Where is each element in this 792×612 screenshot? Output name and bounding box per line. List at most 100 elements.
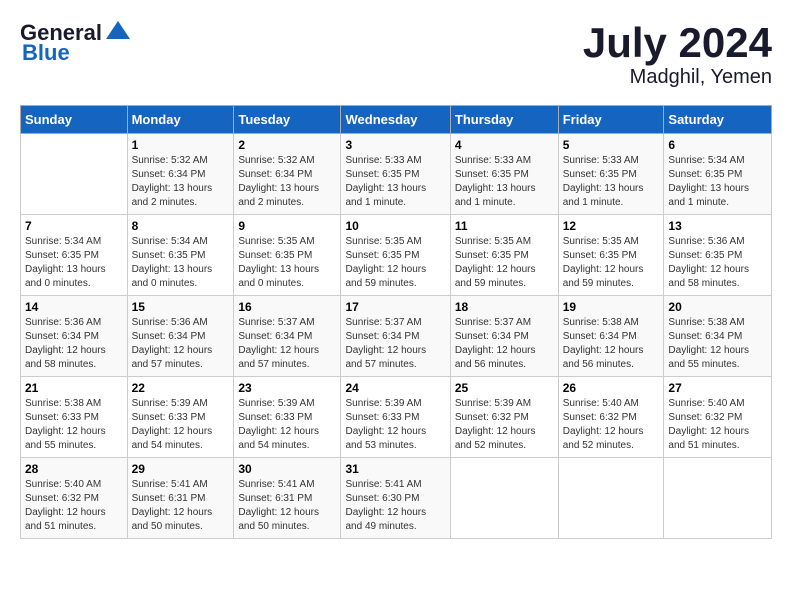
day-info: Sunrise: 5:40 AMSunset: 6:32 PMDaylight:… — [563, 397, 660, 453]
calendar-body: 1 Sunrise: 5:32 AMSunset: 6:34 PMDaylight… — [21, 134, 772, 539]
week-row-3: 14 Sunrise: 5:36 AMSunset: 6:34 PMDayligh… — [21, 296, 772, 377]
day-info: Sunrise: 5:34 AMSunset: 6:35 PMDaylight:… — [25, 235, 123, 291]
day-info: Sunrise: 5:38 AMSunset: 6:34 PMDaylight:… — [563, 316, 660, 372]
day-number: 14 — [25, 300, 123, 314]
calendar-cell: 30 Sunrise: 5:41 AMSunset: 6:31 PMDayligh… — [234, 458, 341, 539]
day-info: Sunrise: 5:33 AMSunset: 6:35 PMDaylight:… — [455, 154, 554, 210]
day-info: Sunrise: 5:35 AMSunset: 6:35 PMDaylight:… — [455, 235, 554, 291]
day-number: 24 — [345, 381, 445, 395]
calendar-cell: 27 Sunrise: 5:40 AMSunset: 6:32 PMDayligh… — [664, 377, 772, 458]
page-header: General Blue July 2024 Madghil, Yemen — [20, 20, 772, 89]
day-number: 2 — [238, 138, 336, 152]
header-sunday: Sunday — [21, 106, 128, 134]
day-number: 4 — [455, 138, 554, 152]
day-info: Sunrise: 5:35 AMSunset: 6:35 PMDaylight:… — [563, 235, 660, 291]
day-info: Sunrise: 5:39 AMSunset: 6:33 PMDaylight:… — [345, 397, 445, 453]
day-number: 5 — [563, 138, 660, 152]
header-tuesday: Tuesday — [234, 106, 341, 134]
week-row-5: 28 Sunrise: 5:40 AMSunset: 6:32 PMDayligh… — [21, 458, 772, 539]
day-number: 16 — [238, 300, 336, 314]
day-info: Sunrise: 5:33 AMSunset: 6:35 PMDaylight:… — [345, 154, 445, 210]
day-info: Sunrise: 5:37 AMSunset: 6:34 PMDaylight:… — [455, 316, 554, 372]
day-info: Sunrise: 5:40 AMSunset: 6:32 PMDaylight:… — [668, 397, 767, 453]
calendar-cell: 18 Sunrise: 5:37 AMSunset: 6:34 PMDayligh… — [450, 296, 558, 377]
calendar-table: SundayMondayTuesdayWednesdayThursdayFrid… — [20, 105, 772, 539]
calendar-cell: 2 Sunrise: 5:32 AMSunset: 6:34 PMDaylight… — [234, 134, 341, 215]
day-number: 25 — [455, 381, 554, 395]
calendar-cell: 14 Sunrise: 5:36 AMSunset: 6:34 PMDayligh… — [21, 296, 128, 377]
calendar-cell: 5 Sunrise: 5:33 AMSunset: 6:35 PMDaylight… — [558, 134, 664, 215]
calendar-cell: 3 Sunrise: 5:33 AMSunset: 6:35 PMDaylight… — [341, 134, 450, 215]
logo-blue: Blue — [22, 40, 70, 66]
week-row-4: 21 Sunrise: 5:38 AMSunset: 6:33 PMDayligh… — [21, 377, 772, 458]
day-number: 18 — [455, 300, 554, 314]
day-number: 28 — [25, 462, 123, 476]
day-number: 19 — [563, 300, 660, 314]
calendar-cell: 11 Sunrise: 5:35 AMSunset: 6:35 PMDayligh… — [450, 215, 558, 296]
day-info: Sunrise: 5:41 AMSunset: 6:31 PMDaylight:… — [132, 478, 230, 534]
day-number: 17 — [345, 300, 445, 314]
calendar-cell: 21 Sunrise: 5:38 AMSunset: 6:33 PMDayligh… — [21, 377, 128, 458]
day-info: Sunrise: 5:34 AMSunset: 6:35 PMDaylight:… — [668, 154, 767, 210]
calendar-cell — [450, 458, 558, 539]
day-info: Sunrise: 5:40 AMSunset: 6:32 PMDaylight:… — [25, 478, 123, 534]
day-info: Sunrise: 5:41 AMSunset: 6:31 PMDaylight:… — [238, 478, 336, 534]
calendar-title-block: July 2024 Madghil, Yemen — [583, 20, 772, 89]
day-info: Sunrise: 5:33 AMSunset: 6:35 PMDaylight:… — [563, 154, 660, 210]
day-number: 22 — [132, 381, 230, 395]
logo: General Blue — [20, 20, 132, 66]
day-info: Sunrise: 5:34 AMSunset: 6:35 PMDaylight:… — [132, 235, 230, 291]
header-thursday: Thursday — [450, 106, 558, 134]
day-number: 1 — [132, 138, 230, 152]
day-info: Sunrise: 5:36 AMSunset: 6:35 PMDaylight:… — [668, 235, 767, 291]
day-info: Sunrise: 5:35 AMSunset: 6:35 PMDaylight:… — [345, 235, 445, 291]
day-number: 3 — [345, 138, 445, 152]
header-row: SundayMondayTuesdayWednesdayThursdayFrid… — [21, 106, 772, 134]
day-number: 29 — [132, 462, 230, 476]
day-info: Sunrise: 5:36 AMSunset: 6:34 PMDaylight:… — [132, 316, 230, 372]
day-number: 6 — [668, 138, 767, 152]
header-friday: Friday — [558, 106, 664, 134]
day-number: 21 — [25, 381, 123, 395]
day-number: 11 — [455, 219, 554, 233]
calendar-cell: 4 Sunrise: 5:33 AMSunset: 6:35 PMDaylight… — [450, 134, 558, 215]
day-number: 10 — [345, 219, 445, 233]
day-info: Sunrise: 5:36 AMSunset: 6:34 PMDaylight:… — [25, 316, 123, 372]
header-saturday: Saturday — [664, 106, 772, 134]
week-row-1: 1 Sunrise: 5:32 AMSunset: 6:34 PMDaylight… — [21, 134, 772, 215]
calendar-cell — [21, 134, 128, 215]
day-number: 31 — [345, 462, 445, 476]
day-number: 20 — [668, 300, 767, 314]
calendar-cell: 23Sunrise: 5:39 AMSunset: 6:33 PMDayligh… — [234, 377, 341, 458]
week-row-2: 7 Sunrise: 5:34 AMSunset: 6:35 PMDaylight… — [21, 215, 772, 296]
calendar-location: Madghil, Yemen — [583, 66, 772, 89]
day-number: 13 — [668, 219, 767, 233]
calendar-cell: 6 Sunrise: 5:34 AMSunset: 6:35 PMDaylight… — [664, 134, 772, 215]
calendar-cell: 31Sunrise: 5:41 AMSunset: 6:30 PMDayligh… — [341, 458, 450, 539]
calendar-cell: 26Sunrise: 5:40 AMSunset: 6:32 PMDayligh… — [558, 377, 664, 458]
day-info: Sunrise: 5:39 AMSunset: 6:32 PMDaylight:… — [455, 397, 554, 453]
calendar-cell: 1Sunrise: 5:32 AMSunset: 6:34 PMDaylight… — [127, 134, 234, 215]
calendar-cell: 16Sunrise: 5:37 AMSunset: 6:34 PMDayligh… — [234, 296, 341, 377]
day-number: 7 — [25, 219, 123, 233]
calendar-cell: 13 Sunrise: 5:36 AMSunset: 6:35 PMDayligh… — [664, 215, 772, 296]
day-info: Sunrise: 5:35 AMSunset: 6:35 PMDaylight:… — [238, 235, 336, 291]
day-number: 30 — [238, 462, 336, 476]
day-number: 27 — [668, 381, 767, 395]
calendar-cell: 25 Sunrise: 5:39 AMSunset: 6:32 PMDayligh… — [450, 377, 558, 458]
calendar-cell: 28 Sunrise: 5:40 AMSunset: 6:32 PMDayligh… — [21, 458, 128, 539]
day-info: Sunrise: 5:32 AMSunset: 6:34 PMDaylight:… — [238, 154, 336, 210]
day-number: 12 — [563, 219, 660, 233]
day-number: 15 — [132, 300, 230, 314]
day-info: Sunrise: 5:38 AMSunset: 6:33 PMDaylight:… — [25, 397, 123, 453]
calendar-cell: 7 Sunrise: 5:34 AMSunset: 6:35 PMDaylight… — [21, 215, 128, 296]
day-info: Sunrise: 5:37 AMSunset: 6:34 PMDaylight:… — [345, 316, 445, 372]
calendar-cell: 17 Sunrise: 5:37 AMSunset: 6:34 PMDayligh… — [341, 296, 450, 377]
calendar-cell: 9Sunrise: 5:35 AMSunset: 6:35 PMDaylight… — [234, 215, 341, 296]
calendar-cell: 8 Sunrise: 5:34 AMSunset: 6:35 PMDaylight… — [127, 215, 234, 296]
calendar-header: SundayMondayTuesdayWednesdayThursdayFrid… — [21, 106, 772, 134]
day-info: Sunrise: 5:39 AMSunset: 6:33 PMDaylight:… — [238, 397, 336, 453]
calendar-cell: 29 Sunrise: 5:41 AMSunset: 6:31 PMDayligh… — [127, 458, 234, 539]
calendar-cell — [558, 458, 664, 539]
day-number: 8 — [132, 219, 230, 233]
